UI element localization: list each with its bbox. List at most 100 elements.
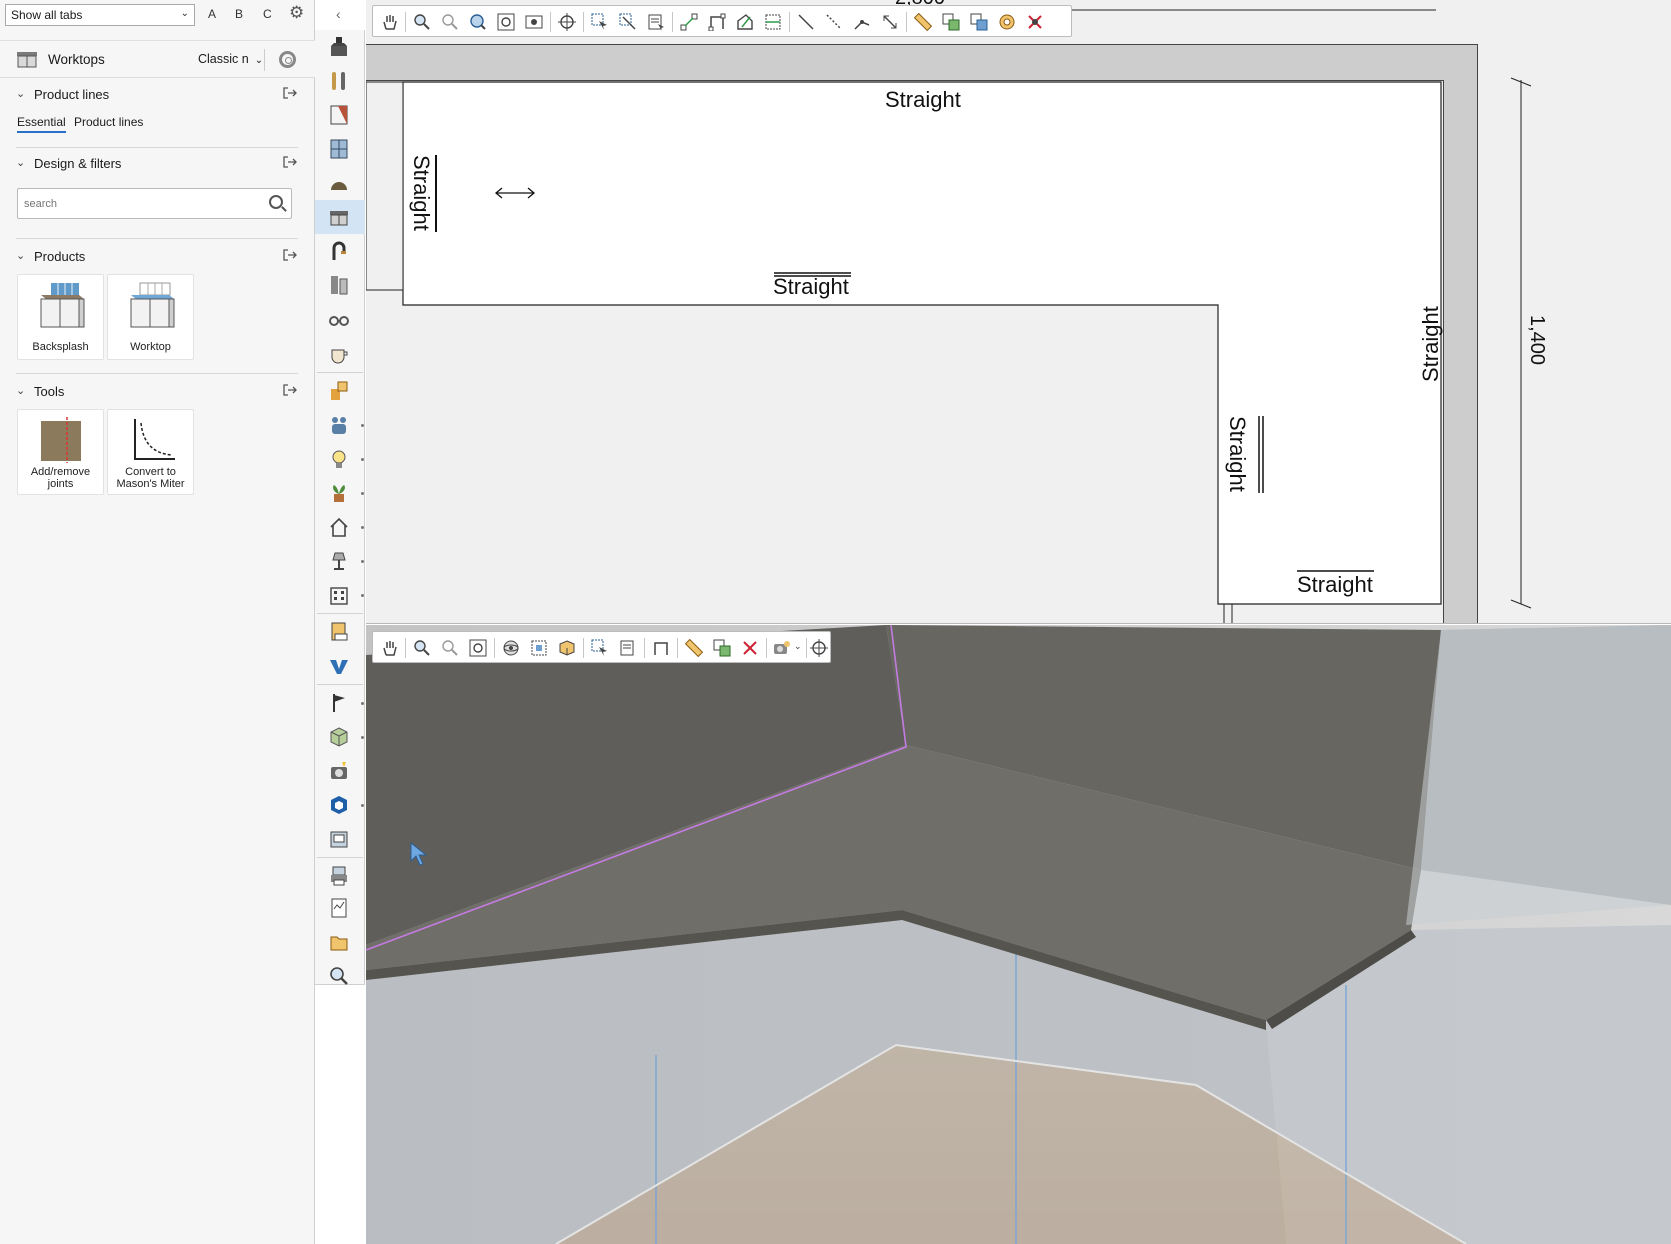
edge-label-right[interactable]: Straight: [1418, 306, 1444, 382]
render-3d-view[interactable]: ⌄: [366, 625, 1671, 1244]
fit-selection-icon[interactable]: [530, 639, 548, 657]
zoom-window-icon[interactable]: [469, 13, 487, 31]
delete-icon[interactable]: [1026, 13, 1044, 31]
tab-product-lines[interactable]: Product lines: [74, 115, 143, 129]
edge-label-top[interactable]: Straight: [885, 87, 961, 113]
angle-measure-icon[interactable]: [853, 13, 871, 31]
draw-segment-icon[interactable]: [680, 13, 698, 31]
tabs-filter-dropdown[interactable]: Show all tabs ⌄: [5, 4, 195, 26]
center-view-icon[interactable]: [558, 13, 576, 31]
delete-icon[interactable]: [741, 639, 759, 657]
collapse-panel-icon[interactable]: ‹: [336, 6, 341, 22]
select-icon[interactable]: [591, 639, 609, 657]
popout-icon[interactable]: [282, 155, 298, 169]
center-view-icon[interactable]: [810, 639, 828, 657]
edge-label-inner-bottom[interactable]: Straight: [773, 274, 849, 300]
array-copy-icon[interactable]: [970, 13, 988, 31]
sinks-button[interactable]: [315, 166, 365, 200]
zoom-out-icon[interactable]: [441, 639, 459, 657]
zoom-previous-icon[interactable]: [525, 13, 543, 31]
render-3d-scene[interactable]: [366, 625, 1671, 1244]
product-tile-worktop[interactable]: Worktop: [107, 274, 194, 360]
products-header[interactable]: ⌄ Products: [16, 247, 298, 269]
chevron-down-icon[interactable]: ⌄: [16, 156, 25, 169]
flag-button[interactable]: [315, 686, 365, 720]
tool-tile-masons-miter[interactable]: Convert to Mason's Miter: [107, 409, 194, 495]
popout-icon[interactable]: [282, 248, 298, 262]
zoom-extents-icon[interactable]: [497, 13, 515, 31]
pdf-document-button[interactable]: [315, 615, 365, 649]
zoom-in-icon[interactable]: [413, 639, 431, 657]
layout-a-button[interactable]: A: [208, 7, 216, 21]
copy-icon[interactable]: [942, 13, 960, 31]
cube-view-icon[interactable]: [558, 639, 576, 657]
ruler-icon[interactable]: [914, 13, 932, 31]
gear-icon[interactable]: ⚙: [289, 4, 304, 21]
zoom-out-icon[interactable]: [441, 13, 459, 31]
assembly-button[interactable]: [315, 374, 365, 408]
tab-essential[interactable]: Essential: [17, 115, 66, 133]
select-icon[interactable]: [591, 13, 609, 31]
chevron-down-icon[interactable]: ⌄: [16, 249, 25, 262]
help-lifebuoy-icon[interactable]: [279, 51, 296, 68]
properties-icon[interactable]: [619, 639, 637, 657]
edge-label-inner-right[interactable]: Straight: [1224, 416, 1250, 492]
search-input[interactable]: [24, 195, 254, 213]
folder-button[interactable]: [315, 925, 365, 959]
plants-button[interactable]: [315, 476, 365, 510]
wall-tiles-button[interactable]: [315, 98, 365, 132]
draw-corner-icon[interactable]: [652, 639, 670, 657]
cube-grid-button[interactable]: [315, 720, 365, 754]
properties-icon[interactable]: [647, 13, 665, 31]
worktops-button[interactable]: [315, 200, 365, 234]
search-catalog-button[interactable]: [315, 959, 365, 993]
building-button[interactable]: [315, 578, 365, 612]
catalog-button[interactable]: [315, 822, 365, 856]
worktop-outline[interactable]: [366, 0, 1671, 624]
dimension-icon[interactable]: [881, 13, 899, 31]
draw-corner-icon[interactable]: [708, 13, 726, 31]
zoom-extents-icon[interactable]: [469, 639, 487, 657]
measure-dashed-icon[interactable]: [825, 13, 843, 31]
people-button[interactable]: [315, 408, 365, 442]
settings-coin-icon[interactable]: [998, 13, 1016, 31]
edit-shape-icon[interactable]: [736, 13, 754, 31]
pan-hand-icon[interactable]: [381, 13, 399, 31]
appliances-button[interactable]: [315, 30, 365, 64]
house-button[interactable]: [315, 510, 365, 544]
product-tile-backsplash[interactable]: Backsplash: [17, 274, 104, 360]
popout-icon[interactable]: [282, 383, 298, 397]
layout-c-button[interactable]: C: [263, 7, 272, 21]
edge-label-bottom[interactable]: Straight: [1297, 572, 1373, 598]
camera-settings-icon[interactable]: [773, 639, 791, 657]
style-dropdown[interactable]: Classic n ⌄: [198, 52, 263, 66]
sketchup-button[interactable]: [315, 788, 365, 822]
measure-line-icon[interactable]: [797, 13, 815, 31]
lighting-button[interactable]: [315, 442, 365, 476]
v-logo-button[interactable]: [315, 649, 365, 683]
split-shape-icon[interactable]: [764, 13, 782, 31]
tools-header[interactable]: ⌄ Tools: [16, 382, 298, 404]
multi-select-icon[interactable]: [619, 13, 637, 31]
product-lines-header[interactable]: ⌄ Product lines: [16, 85, 298, 107]
orbit-icon[interactable]: [502, 639, 520, 657]
design-filters-header[interactable]: ⌄ Design & filters: [16, 154, 298, 176]
zoom-in-icon[interactable]: [413, 13, 431, 31]
chevron-down-icon[interactable]: ⌄: [16, 384, 25, 397]
accessories-button[interactable]: [315, 302, 365, 336]
ruler-icon[interactable]: [685, 639, 703, 657]
edge-label-left[interactable]: Straight: [408, 155, 434, 231]
storage-button[interactable]: [315, 268, 365, 302]
layout-b-button[interactable]: B: [235, 7, 243, 21]
search-icon[interactable]: [269, 195, 283, 209]
cups-button[interactable]: [315, 336, 365, 370]
pdf-report-button[interactable]: [315, 891, 365, 925]
print-button[interactable]: [315, 859, 365, 893]
pan-hand-icon[interactable]: [381, 639, 399, 657]
chevron-down-icon[interactable]: ⌄: [794, 641, 802, 652]
popout-icon[interactable]: [282, 86, 298, 100]
tools-button[interactable]: [315, 64, 365, 98]
plan-2d-view[interactable]: Straight Straight Straight Straight Stra…: [366, 0, 1671, 624]
faucets-button[interactable]: [315, 234, 365, 268]
copy-icon[interactable]: [713, 639, 731, 657]
